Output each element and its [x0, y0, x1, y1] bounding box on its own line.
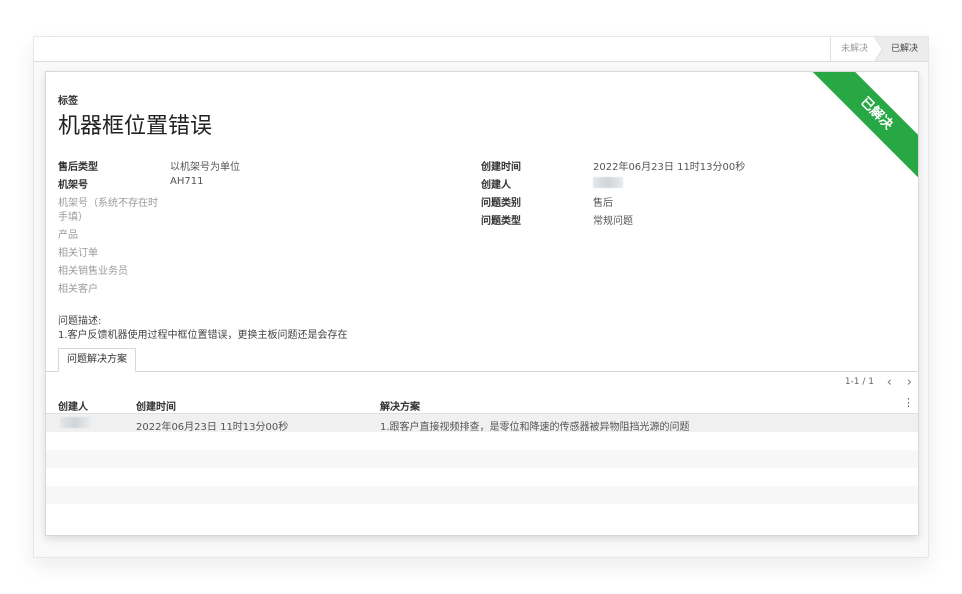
rack-no-unlisted-label-line1: 机架号（系统不存在时	[58, 198, 158, 209]
form-window: 未解决 已解决 已解决 标签 机器框位置错误 售后类型 以机架号为单位 机架号 …	[33, 36, 929, 558]
column-header-solution[interactable]: 解决方案	[380, 398, 420, 413]
row-solution: 1.跟客户直接视频排查，是零位和降速的传感器被异物阻挡光源的问题	[380, 422, 690, 433]
pager-previous-button[interactable]: ‹	[887, 375, 892, 390]
rack-no-value[interactable]: AH711	[170, 176, 203, 187]
pager-value[interactable]: 1-1 / 1	[845, 377, 874, 387]
pager-next-button[interactable]: ›	[907, 375, 912, 390]
stage-arrow	[874, 37, 882, 61]
created-time-value: 2022年06月23日 11时13分00秒	[593, 162, 746, 173]
table-row-empty	[46, 486, 918, 504]
tag-label: 标签	[58, 96, 78, 107]
related-salesperson-label: 相关销售业务员	[58, 266, 128, 277]
issue-category-value[interactable]: 售后	[593, 194, 613, 209]
rack-no-label: 机架号	[58, 180, 88, 191]
issue-description-label: 问题描述:	[58, 316, 102, 327]
issue-type-value[interactable]: 常规问题	[593, 212, 633, 227]
table-row-empty	[46, 432, 918, 450]
optional-columns-icon[interactable]: ⋮	[903, 396, 914, 409]
status-ribbon: 已解决	[808, 72, 918, 182]
page-title: 机器框位置错误	[58, 114, 213, 139]
creator-label: 创建人	[481, 180, 511, 191]
related-customer-label: 相关客户	[58, 284, 98, 295]
related-order-label: 相关订单	[58, 248, 98, 259]
after-sales-type-label: 售后类型	[58, 162, 98, 173]
issue-category-label: 问题类别	[481, 198, 521, 209]
rack-no-unlisted-label-line2: 手填）	[58, 212, 88, 223]
form-sheet: 已解决 标签 机器框位置错误 售后类型 以机架号为单位 机架号 AH711 机架…	[45, 71, 919, 536]
stage-unsolved-button[interactable]: 未解决	[830, 37, 880, 61]
status-bar: 未解决 已解决	[34, 37, 928, 62]
created-time-label: 创建时间	[481, 162, 521, 173]
table-row-empty	[46, 468, 918, 486]
row-created-time: 2022年06月23日 11时13分00秒	[136, 422, 289, 433]
tab-divider	[46, 371, 918, 372]
column-header-created-time[interactable]: 创建时间	[136, 398, 176, 413]
tab-solutions[interactable]: 问题解决方案	[58, 348, 136, 372]
row-creator-blurred	[60, 417, 90, 428]
product-label: 产品	[58, 230, 78, 241]
after-sales-type-value[interactable]: 以机架号为单位	[170, 158, 240, 173]
issue-description-text[interactable]: 1.客户反馈机器使用过程中框位置错误，更换主板问题还是会存在	[58, 326, 348, 341]
issue-type-label: 问题类型	[481, 216, 521, 227]
table-row-empty	[46, 450, 918, 468]
column-header-creator[interactable]: 创建人	[58, 398, 88, 413]
creator-avatar-blurred[interactable]	[593, 177, 623, 188]
ribbon-text: 已解决	[810, 72, 918, 180]
